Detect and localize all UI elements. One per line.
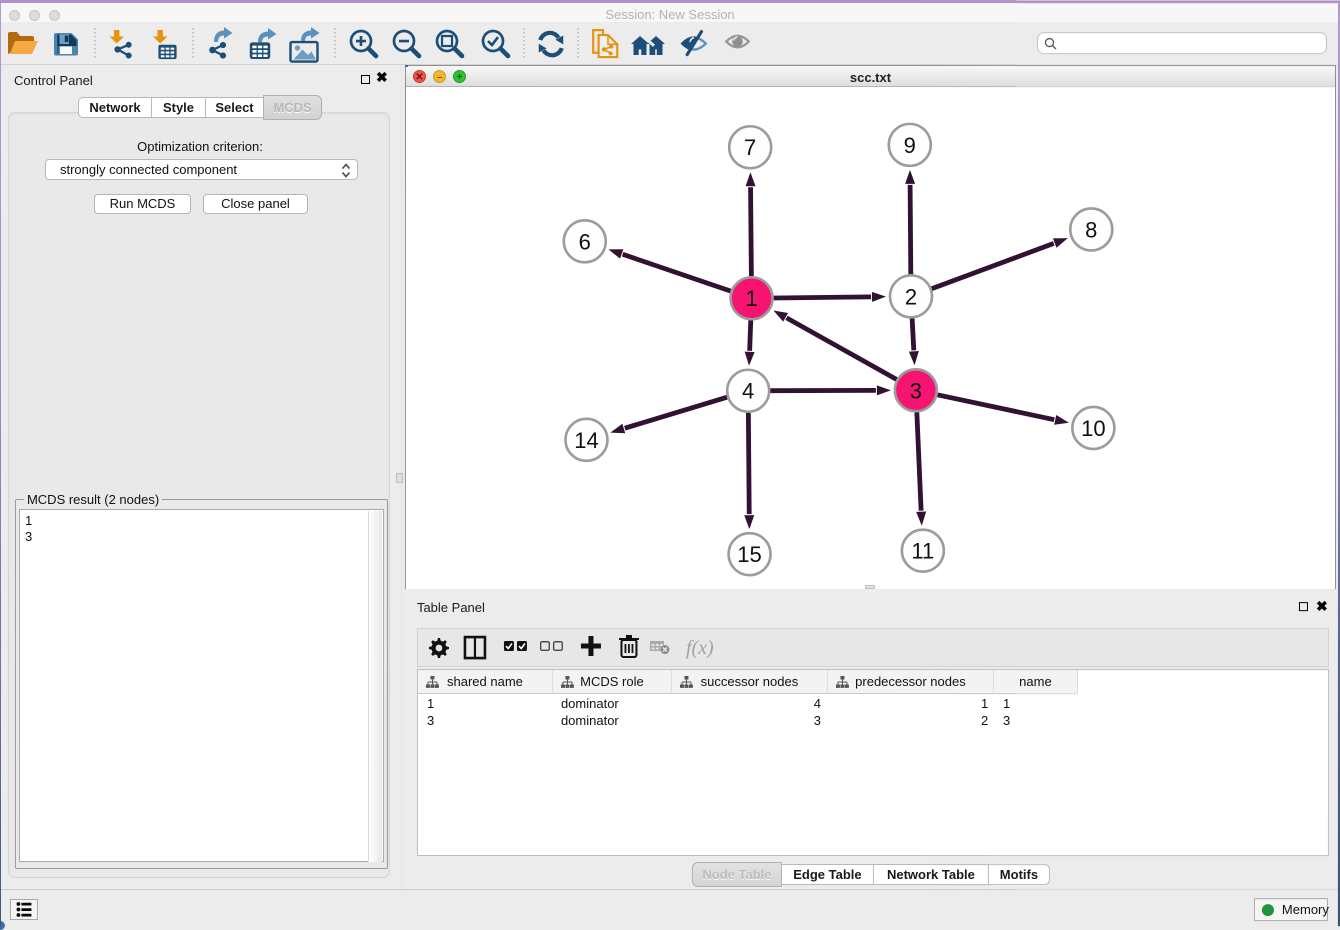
svg-text:15: 15 [737, 542, 761, 567]
svg-text:f(x): f(x) [686, 637, 714, 659]
svg-text:1: 1 [745, 286, 757, 311]
svg-text:10: 10 [1081, 416, 1105, 441]
svg-text:3: 3 [910, 378, 922, 403]
svg-text:14: 14 [574, 428, 598, 453]
svg-text:6: 6 [579, 229, 591, 254]
svg-text:8: 8 [1085, 217, 1097, 242]
svg-text:4: 4 [742, 379, 754, 404]
svg-text:11: 11 [911, 539, 934, 564]
svg-text:9: 9 [904, 133, 916, 158]
svg-text:7: 7 [744, 135, 756, 160]
svg-text:2: 2 [905, 284, 917, 309]
